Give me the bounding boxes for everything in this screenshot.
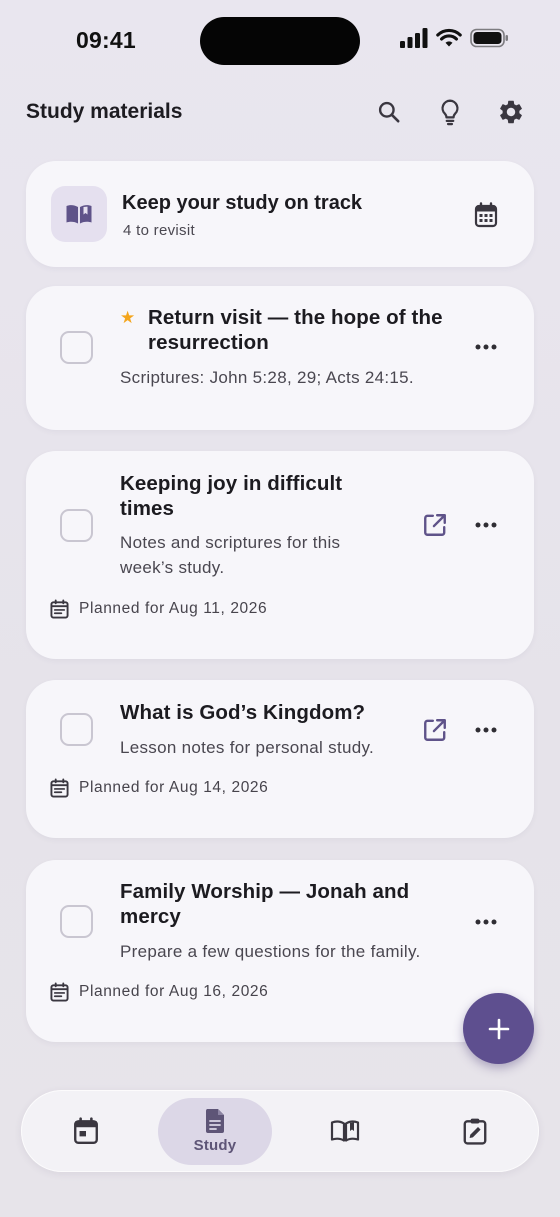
item-description-line-2: week’s study.	[120, 558, 225, 577]
search-button[interactable]	[371, 94, 407, 130]
calendar-icon	[474, 202, 498, 228]
item-checkbox[interactable]	[60, 713, 93, 746]
hero-icon-container	[51, 186, 107, 242]
open-book-icon	[66, 205, 92, 224]
status-time: 09:41	[76, 27, 136, 53]
item-description: Prepare a few questions for the family.	[120, 942, 421, 961]
plus-icon	[488, 1018, 509, 1039]
planned-date: Planned for Aug 11, 2026	[50, 599, 267, 619]
open-book-icon	[330, 1120, 360, 1142]
item-description: Scriptures: John 5:28, 29; Acts 24:15.	[120, 368, 414, 387]
study-item-card[interactable]: Family Worship — Jonah and mercy Prepare…	[26, 860, 534, 1042]
planned-date-text: Planned for Aug 16, 2026	[79, 983, 269, 1000]
settings-button[interactable]	[493, 94, 529, 130]
item-title-line-2: mercy	[120, 905, 181, 928]
more-horizontal-icon	[475, 919, 497, 925]
item-title-line-1: What is God’s Kingdom?	[120, 701, 366, 724]
gear-icon	[500, 100, 522, 124]
more-options-button[interactable]	[474, 718, 498, 742]
more-options-button[interactable]	[474, 513, 498, 537]
open-external-button[interactable]	[420, 715, 450, 745]
status-icons	[400, 28, 510, 48]
status-bar: 09:41	[0, 0, 560, 84]
calendar-notes-icon	[50, 599, 69, 619]
item-checkbox[interactable]	[60, 331, 93, 364]
item-title-line-2: resurrection	[148, 331, 269, 354]
open-external-icon	[424, 514, 446, 536]
item-description-line-1: Notes and scriptures for this	[120, 533, 341, 552]
dynamic-island	[200, 17, 360, 65]
lightbulb-icon	[441, 99, 459, 126]
tips-button[interactable]	[432, 94, 468, 130]
open-external-button[interactable]	[420, 510, 450, 540]
calendar-icon	[74, 1117, 98, 1145]
signal-icon	[400, 28, 428, 48]
calendar-button[interactable]	[474, 202, 498, 233]
more-horizontal-icon	[475, 727, 497, 733]
study-progress-card[interactable]: Keep your study on track 4 to revisit	[26, 161, 534, 267]
more-options-button[interactable]	[474, 335, 498, 359]
nav-item-calendar[interactable]	[51, 1090, 121, 1172]
calendar-notes-icon	[50, 778, 69, 798]
star-icon: ★	[120, 308, 136, 327]
study-item-card[interactable]: Keeping joy in difficult times Notes and…	[26, 451, 534, 659]
item-title-line-2: times	[120, 497, 175, 520]
study-item-card[interactable]: What is God’s Kingdom? Lesson notes for …	[26, 680, 534, 838]
more-horizontal-icon	[475, 344, 497, 350]
hero-title: Keep your study on track	[122, 192, 363, 214]
nav-item-notes[interactable]	[440, 1090, 510, 1172]
more-options-button[interactable]	[474, 910, 498, 934]
nav-item-study[interactable]: Study	[158, 1090, 272, 1172]
planned-date-text: Planned for Aug 14, 2026	[79, 779, 269, 796]
search-icon	[378, 101, 400, 123]
planned-date-text: Planned for Aug 11, 2026	[79, 600, 268, 617]
item-checkbox[interactable]	[60, 905, 93, 938]
planned-date: Planned for Aug 16, 2026	[50, 982, 268, 1002]
document-icon	[205, 1109, 224, 1133]
item-checkbox[interactable]	[60, 509, 93, 542]
calendar-notes-icon	[50, 982, 69, 1002]
page-title: Study materials	[26, 100, 183, 123]
add-item-button[interactable]	[463, 993, 534, 1064]
more-horizontal-icon	[475, 522, 497, 528]
battery-icon	[470, 28, 508, 48]
study-item-card[interactable]: ★ Return visit — the hope of the resurre…	[26, 286, 534, 430]
bottom-navigation: Study	[21, 1090, 539, 1172]
open-external-icon	[424, 719, 446, 741]
item-title-line-1: Family Worship — Jonah and	[120, 880, 410, 903]
planned-date: Planned for Aug 14, 2026	[50, 778, 268, 798]
nav-item-library[interactable]	[310, 1090, 380, 1172]
item-title-line-1: Keeping joy in difficult	[120, 472, 343, 495]
nav-item-label: Study	[193, 1137, 237, 1154]
clipboard-edit-icon	[463, 1118, 487, 1145]
hero-subtitle: 4 to revisit	[123, 222, 195, 239]
wifi-icon	[436, 28, 462, 47]
item-title-line-1: Return visit — the hope of the	[148, 306, 443, 329]
item-description: Lesson notes for personal study.	[120, 738, 375, 757]
